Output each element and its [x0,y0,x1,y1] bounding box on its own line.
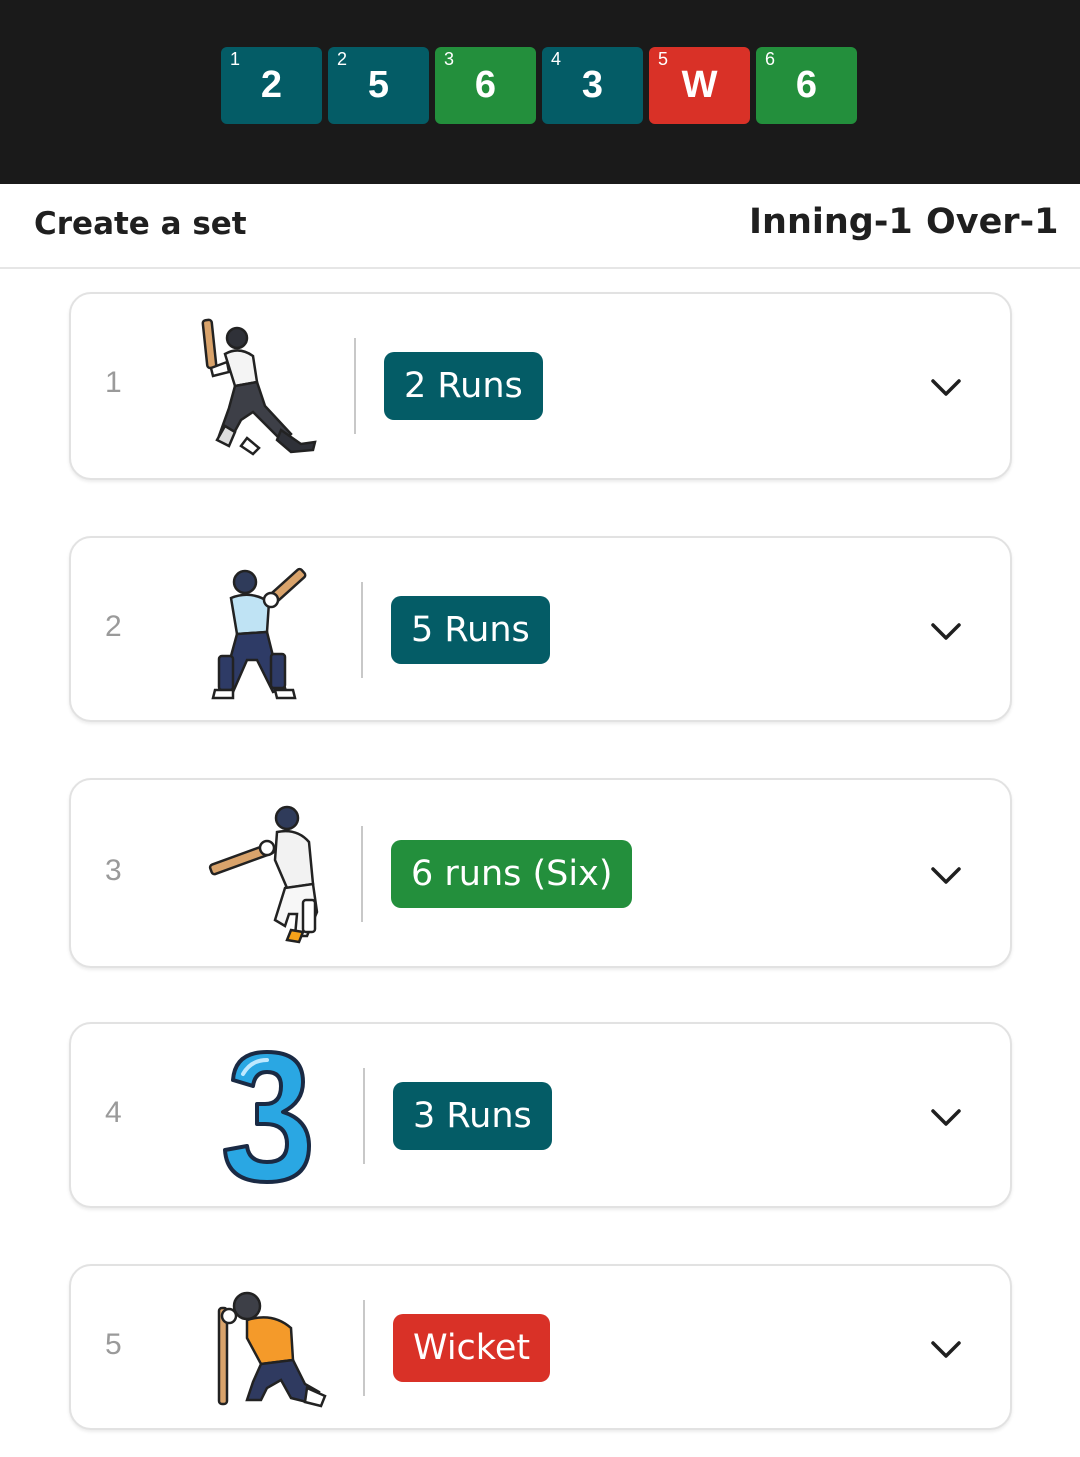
result-badge: Wicket [393,1314,551,1382]
ball-chip[interactable]: 2 5 [328,47,429,124]
delivery-number: 2 [105,610,122,643]
chevron-down-icon[interactable] [930,378,962,398]
ball-index: 2 [337,49,348,69]
batsman-drive-icon [201,318,317,456]
over-summary-bar: 1 2 2 5 3 6 4 3 5 W 6 6 [0,0,1080,184]
delivery-number: 1 [105,366,122,399]
chevron-down-icon[interactable] [930,1340,962,1360]
result-badge: 5 Runs [391,596,550,664]
inning-label: Inning-1 [749,202,913,242]
number-three-icon [223,1050,311,1184]
batsman-six-icon [208,805,319,944]
ball-value: 5 [367,64,390,106]
ball-sequence: 1 2 2 5 3 6 4 3 5 W 6 6 [221,47,857,124]
card-divider [361,826,363,922]
card-divider [363,1068,365,1164]
ball-chip[interactable]: 6 6 [756,47,857,124]
page-title: Create a set [34,206,247,242]
delivery-card[interactable]: 1 2 Runs [69,292,1012,480]
ball-index: 3 [444,49,455,69]
delivery-card[interactable]: 2 5 Runs [69,536,1012,722]
page-header: Create a set Inning-1 Over-1 [0,184,1080,269]
ball-chip[interactable]: 5 W [649,47,750,124]
delivery-card[interactable]: 4 3 Runs [69,1022,1012,1208]
over-label: Over-1 [926,202,1059,242]
ball-value: 2 [260,64,283,106]
result-badge: 2 Runs [384,352,543,420]
ball-value: 6 [795,64,818,106]
ball-index: 4 [551,49,562,69]
chevron-down-icon[interactable] [930,1108,962,1128]
ball-index: 1 [230,49,241,69]
chevron-down-icon[interactable] [930,622,962,642]
chevron-down-icon[interactable] [930,866,962,886]
delivery-number: 4 [105,1096,122,1129]
result-badge: 6 runs (Six) [391,840,633,908]
ball-chip[interactable]: 1 2 [221,47,322,124]
ball-chip[interactable]: 3 6 [435,47,536,124]
card-divider [361,582,363,678]
ball-value: 6 [474,64,497,106]
ball-value: W [681,64,718,106]
delivery-number: 3 [105,854,122,887]
delivery-card[interactable]: 5 Wicket [69,1264,1012,1430]
delivery-card[interactable]: 3 6 runs (Six) [69,778,1012,968]
result-badge: 3 Runs [393,1082,552,1150]
delivery-number: 5 [105,1328,122,1361]
ball-chip[interactable]: 4 3 [542,47,643,124]
card-divider [363,1300,365,1396]
ball-index: 5 [658,49,669,69]
ball-index: 6 [765,49,776,69]
batsman-pull-icon [211,567,307,700]
card-divider [354,338,356,434]
batsman-out-icon [217,1291,327,1408]
ball-value: 3 [581,64,604,106]
